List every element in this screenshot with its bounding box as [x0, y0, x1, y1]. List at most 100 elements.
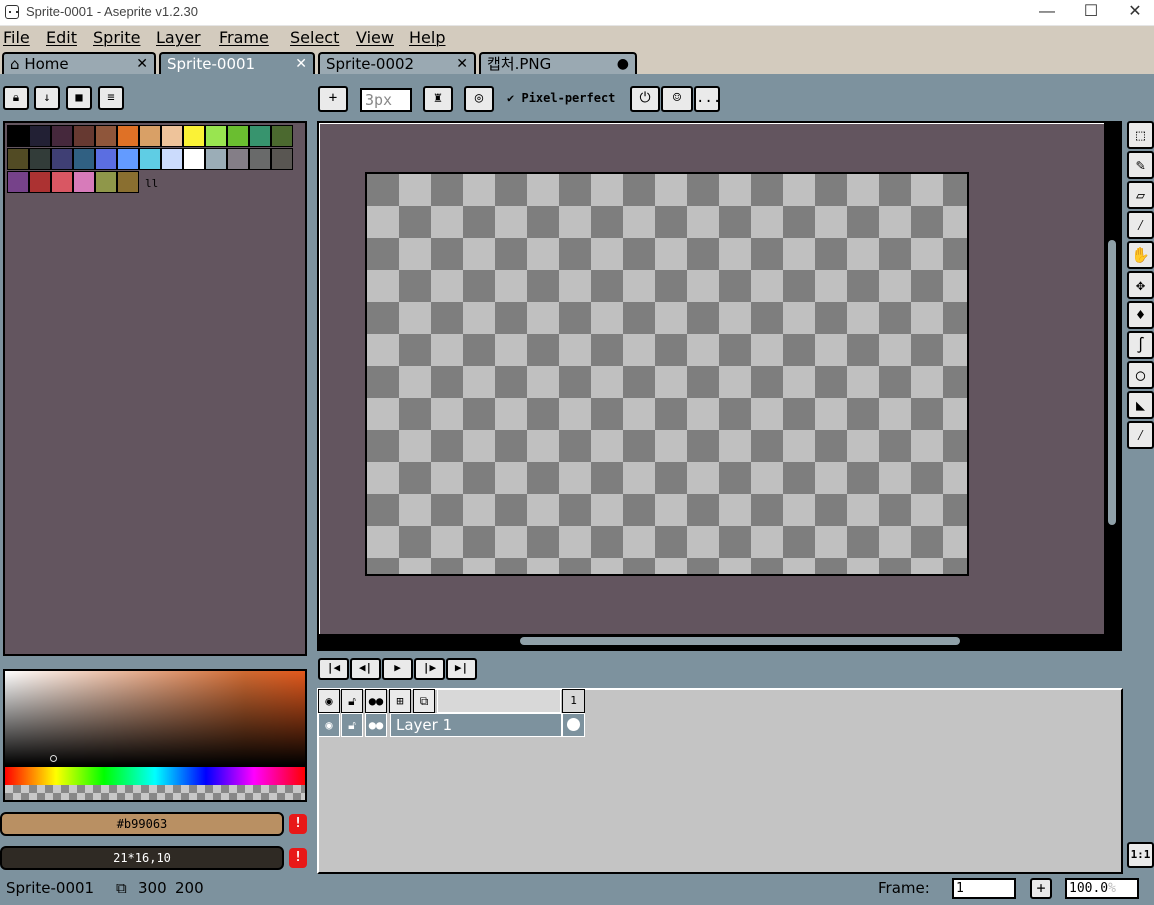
palette-swatch[interactable]: [29, 125, 51, 147]
palette-swatch[interactable]: [95, 125, 117, 147]
menu-view[interactable]: View: [356, 28, 394, 47]
paint-bucket-icon[interactable]: ♦: [1127, 301, 1154, 329]
palette-swatch[interactable]: [183, 125, 205, 147]
palette-swatch[interactable]: [205, 148, 227, 170]
continuous-icon[interactable]: ●●: [365, 689, 387, 713]
pixel-perfect-toggle[interactable]: ✔ Pixel-perfect: [507, 91, 615, 105]
menu-edit[interactable]: Edit: [46, 28, 77, 47]
add-button[interactable]: +: [318, 86, 348, 112]
menu-sprite[interactable]: Sprite: [93, 28, 140, 47]
palette-swatch[interactable]: [51, 125, 73, 147]
play-button[interactable]: ▶: [382, 658, 413, 680]
palette-resize-handle[interactable]: ll: [145, 177, 158, 190]
blur-icon[interactable]: ⁄: [1127, 421, 1154, 449]
more-options-button[interactable]: ...: [694, 86, 721, 112]
next-frame-button[interactable]: |▶: [414, 658, 445, 680]
horizontal-scroll-thumb[interactable]: [520, 637, 960, 645]
eraser-icon[interactable]: ▱: [1127, 181, 1154, 209]
opacity-icon[interactable]: ◎: [464, 86, 494, 112]
onion-icon[interactable]: ⧉: [413, 689, 435, 713]
palette-swatch[interactable]: [29, 171, 51, 193]
warning-icon[interactable]: !: [289, 848, 307, 868]
palette-swatch[interactable]: [227, 148, 249, 170]
palette-swatch[interactable]: [51, 171, 73, 193]
menu-frame[interactable]: Frame: [219, 28, 269, 47]
palette-swatch[interactable]: [95, 171, 117, 193]
ellipse-icon[interactable]: ◯: [1127, 361, 1154, 389]
palette-swatch[interactable]: [95, 148, 117, 170]
zoom-input[interactable]: 100.0%: [1065, 878, 1139, 899]
palette-swatch[interactable]: [139, 148, 161, 170]
palette-swatch[interactable]: [7, 125, 29, 147]
palette-swatch[interactable]: [227, 125, 249, 147]
lock-icon[interactable]: 🔒︎: [3, 86, 29, 110]
lock-icon[interactable]: 🔓︎: [341, 713, 363, 737]
last-frame-button[interactable]: ▶|: [446, 658, 477, 680]
move-icon[interactable]: ✥: [1127, 271, 1154, 299]
palette-swatch[interactable]: [51, 148, 73, 170]
previous-frame-button[interactable]: ◀|: [350, 658, 381, 680]
tab-capture-png[interactable]: 캡처.PNG ●: [479, 52, 637, 76]
frame-input[interactable]: 1: [952, 878, 1016, 899]
close-tab-icon[interactable]: ✕: [456, 54, 468, 74]
menu-file[interactable]: File: [3, 28, 30, 47]
close-tab-icon[interactable]: ✕: [136, 54, 148, 74]
palette-swatch[interactable]: [117, 125, 139, 147]
background-color-field[interactable]: 21*16,10: [0, 846, 284, 870]
cel[interactable]: [562, 713, 585, 737]
zoom-timeline-button[interactable]: 1:1: [1127, 842, 1154, 868]
minimize-button[interactable]: —: [1024, 0, 1070, 26]
contour-icon[interactable]: ◣: [1127, 391, 1154, 419]
palette-swatch[interactable]: [161, 125, 183, 147]
color-selector[interactable]: [50, 755, 57, 762]
menu-icon[interactable]: ≡: [98, 86, 124, 110]
sprite-canvas[interactable]: [365, 172, 969, 576]
rectangular-marquee-icon[interactable]: ⬚: [1127, 121, 1154, 149]
hand-icon[interactable]: ✋: [1127, 241, 1154, 269]
group-icon[interactable]: ⊞: [389, 689, 411, 713]
maximize-button[interactable]: ☐: [1068, 0, 1114, 26]
palette-swatch[interactable]: [161, 148, 183, 170]
foreground-color-field[interactable]: #b99063: [0, 812, 284, 836]
palette-swatch[interactable]: [7, 148, 29, 170]
palette-swatch[interactable]: [73, 171, 95, 193]
lock-icon[interactable]: 🔓︎: [341, 689, 363, 713]
palette-swatch[interactable]: [73, 125, 95, 147]
brush-size-input[interactable]: 3px: [360, 88, 412, 112]
menu-help[interactable]: Help: [409, 28, 445, 47]
eye-icon[interactable]: ◉: [318, 713, 340, 737]
palette-swatch[interactable]: [117, 171, 139, 193]
palette-swatch[interactable]: [249, 125, 271, 147]
close-tab-icon[interactable]: ✕: [295, 54, 307, 74]
palette-icon[interactable]: ■: [66, 86, 92, 110]
palette-swatch[interactable]: [271, 148, 293, 170]
palette-swatch[interactable]: [139, 125, 161, 147]
vertical-scroll-thumb[interactable]: [1108, 240, 1116, 525]
frame-header[interactable]: 1: [562, 689, 585, 713]
warning-icon[interactable]: !: [289, 814, 307, 834]
alpha-slider[interactable]: [3, 785, 307, 802]
color-spectrum[interactable]: [3, 669, 307, 767]
close-window-button[interactable]: ✕: [1112, 0, 1154, 26]
symmetry-icon[interactable]: ⏻: [630, 86, 660, 112]
eyedropper-icon[interactable]: ⁄: [1127, 211, 1154, 239]
tab-sprite-0001[interactable]: Sprite-0001 ✕: [159, 52, 315, 76]
menu-select[interactable]: Select: [290, 28, 339, 47]
palette-swatch[interactable]: [73, 148, 95, 170]
palette-swatch[interactable]: [183, 148, 205, 170]
tab-sprite-0002[interactable]: Sprite-0002 ✕: [318, 52, 476, 76]
curve-icon[interactable]: ∫: [1127, 331, 1154, 359]
ink-icon[interactable]: ♜: [423, 86, 453, 112]
eye-icon[interactable]: ◉: [318, 689, 340, 713]
continuous-icon[interactable]: ●●: [365, 713, 387, 737]
palette-swatch[interactable]: [29, 148, 51, 170]
pencil-icon[interactable]: ✎: [1127, 151, 1154, 179]
menu-layer[interactable]: Layer: [156, 28, 201, 47]
sort-icon[interactable]: ↓: [34, 86, 60, 110]
palette-swatch[interactable]: [7, 171, 29, 193]
tab-home[interactable]: ⌂ Home ✕: [2, 52, 156, 76]
palette-swatch[interactable]: [205, 125, 227, 147]
ink-options-icon[interactable]: ☺: [661, 86, 693, 112]
palette-swatch[interactable]: [271, 125, 293, 147]
modified-indicator[interactable]: ●: [617, 54, 629, 74]
